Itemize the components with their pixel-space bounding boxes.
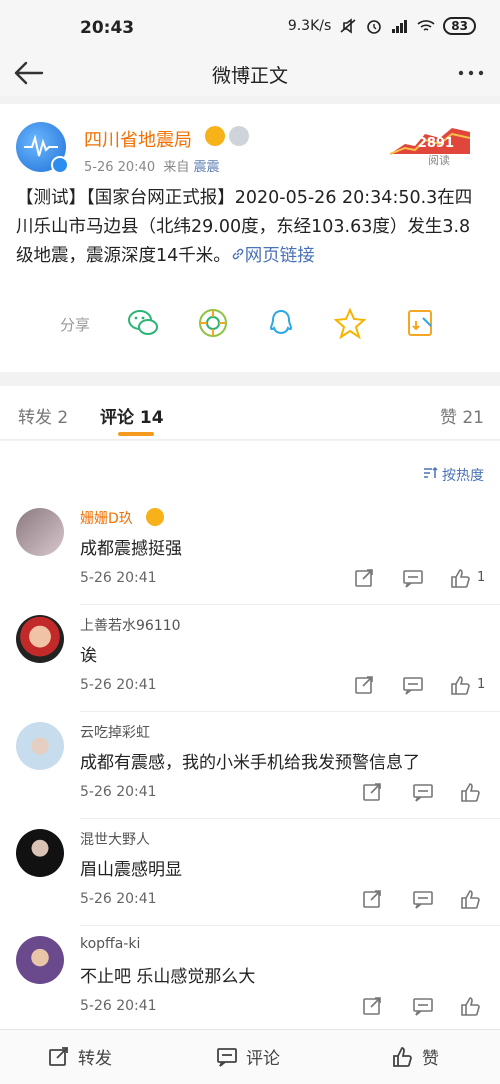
like-count: 1 — [477, 570, 486, 585]
wechat-icon[interactable] — [126, 306, 160, 340]
wifi-icon — [417, 20, 435, 31]
comment-text: 眉山震感明显 — [80, 860, 182, 880]
web-link[interactable]: 网页链接 — [231, 246, 315, 266]
sort-icon — [423, 466, 438, 478]
verified-icon — [51, 156, 69, 174]
source-prefix: 来自 — [163, 160, 190, 175]
tab-underline — [118, 432, 154, 436]
reply-icon[interactable] — [412, 889, 434, 909]
like-label: 赞 — [422, 1049, 439, 1069]
comment-text: 成都震撼挺强 — [80, 539, 182, 559]
comment-item: 云吃掉彩虹 成都有震感，我的小米手机给我发预警信息了 5-26 20:41 — [0, 712, 500, 819]
commenter-name[interactable]: 云吃掉彩虹 — [80, 722, 150, 742]
page-title: 微博正文 — [211, 65, 288, 87]
nav-bar: 微博正文 — [0, 50, 500, 96]
thumbs-up-icon[interactable] — [450, 675, 472, 695]
sort-label: 按热度 — [442, 468, 484, 484]
readers-label: 阅读 — [428, 154, 450, 167]
comment-item: 混世大野人 眉山震感明显 5-26 20:41 — [0, 819, 500, 926]
comment-time: 5-26 20:41 — [80, 570, 157, 586]
commenter-name[interactable]: 姗姗D玖 — [80, 508, 133, 528]
status-time: 20:43 — [80, 18, 135, 38]
repost-icon[interactable] — [354, 568, 376, 588]
network-speed: 9.3K/s — [287, 18, 332, 34]
medal-icon — [229, 126, 249, 146]
post-body: 【测试】【国家台网正式报】2020-05-26 20:34:50.3在四川乐山市… — [16, 184, 486, 271]
commenter-avatar[interactable] — [16, 722, 64, 770]
battery-indicator: 83 — [443, 17, 476, 35]
commenter-avatar[interactable] — [16, 829, 64, 877]
commenter-avatar[interactable] — [16, 615, 64, 663]
comment-item: 上善若水96110 诶 5-26 20:41 1 — [0, 605, 500, 712]
commenter-name[interactable]: kopffa-ki — [80, 936, 140, 952]
repost-icon[interactable] — [362, 782, 384, 802]
repost-icon — [49, 1046, 68, 1066]
comment-time: 5-26 20:41 — [80, 677, 157, 693]
mute-icon — [340, 18, 356, 34]
thumbs-up-icon — [393, 1046, 412, 1067]
signal-icon — [392, 20, 408, 33]
commenter-avatar[interactable] — [16, 508, 64, 556]
comment-text: 不止吧 乐山感觉那么大 — [80, 967, 256, 987]
repost-label: 转发 — [78, 1049, 112, 1069]
reply-icon[interactable] — [412, 782, 434, 802]
comment-time: 5-26 20:41 — [80, 998, 157, 1014]
comment-button[interactable]: 评论 — [216, 1044, 280, 1069]
reply-icon[interactable] — [402, 675, 424, 695]
thumbs-up-icon[interactable] — [450, 568, 472, 588]
comment-time: 5-26 20:41 — [80, 891, 157, 907]
like-button[interactable]: 赞 — [392, 1044, 439, 1069]
author-name[interactable]: 四川省地震局 — [84, 126, 192, 152]
comment-item: 姗姗D玖 成都震撼挺强 5-26 20:41 1 — [0, 498, 500, 605]
save-image-icon[interactable] — [404, 306, 438, 340]
thumbs-up-icon[interactable] — [460, 996, 482, 1016]
author-badges — [205, 126, 249, 146]
post-meta: 5-26 20:40 来自 震震 — [84, 156, 220, 175]
repost-button[interactable]: 转发 — [48, 1044, 112, 1069]
qq-icon[interactable] — [264, 306, 298, 340]
sort-by-hot-button[interactable]: 按热度 — [422, 465, 484, 485]
comment-label: 评论 — [246, 1049, 280, 1069]
post-source[interactable]: 震震 — [194, 160, 220, 175]
thumbs-up-icon[interactable] — [460, 889, 482, 909]
like-count: 1 — [477, 677, 486, 692]
commenter-name[interactable]: 混世大野人 — [80, 829, 150, 849]
readers-badge: 2891 阅读 — [389, 114, 471, 167]
tab-comment[interactable]: 评论 14 — [100, 403, 164, 428]
comment-item: kopffa-ki 不止吧 乐山感觉那么大 5-26 20:41 — [0, 926, 500, 1033]
link-icon — [232, 248, 244, 260]
post-time: 5-26 20:40 — [84, 160, 156, 175]
reply-icon[interactable] — [402, 568, 424, 588]
comment-icon — [217, 1047, 237, 1067]
repost-icon[interactable] — [354, 675, 376, 695]
author-avatar[interactable] — [16, 122, 69, 174]
share-row: 分享 — [0, 304, 500, 344]
tab-bar: 转发 2 评论 14 赞 21 — [0, 386, 500, 440]
alarm-icon — [367, 20, 382, 34]
comment-text: 诶 — [80, 646, 97, 666]
commenter-avatar[interactable] — [16, 936, 64, 984]
readers-count: 2891 — [417, 136, 454, 151]
more-dots-icon[interactable] — [456, 58, 486, 88]
qzone-icon[interactable] — [333, 306, 367, 340]
tab-like[interactable]: 赞 21 — [440, 403, 484, 428]
repost-icon[interactable] — [362, 889, 384, 909]
status-bar: 20:43 9.3K/s 83 — [0, 0, 500, 50]
vip-crown-icon — [146, 508, 164, 526]
comment-time: 5-26 20:41 — [80, 784, 157, 800]
bottom-action-bar: 转发 评论 赞 — [0, 1029, 500, 1084]
repost-icon[interactable] — [362, 996, 384, 1016]
web-link-label: 网页链接 — [244, 246, 315, 266]
post-card: 四川省地震局 5-26 20:40 来自 震震 2891 阅读 【测试】【国家台… — [0, 104, 500, 372]
comment-list: 按热度 姗姗D玖 成都震撼挺强 5-26 20:41 1 上善若水96110 诶… — [0, 441, 500, 1029]
vip-crown-icon — [205, 126, 225, 146]
moments-icon[interactable] — [196, 306, 230, 340]
share-label: 分享 — [60, 316, 91, 334]
thumbs-up-icon[interactable] — [460, 782, 482, 802]
commenter-name[interactable]: 上善若水96110 — [80, 615, 181, 635]
comment-text: 成都有震感，我的小米手机给我发预警信息了 — [80, 753, 420, 773]
status-icons: 9.3K/s 83 — [288, 17, 476, 35]
tab-repost[interactable]: 转发 2 — [18, 403, 68, 428]
reply-icon[interactable] — [412, 996, 434, 1016]
